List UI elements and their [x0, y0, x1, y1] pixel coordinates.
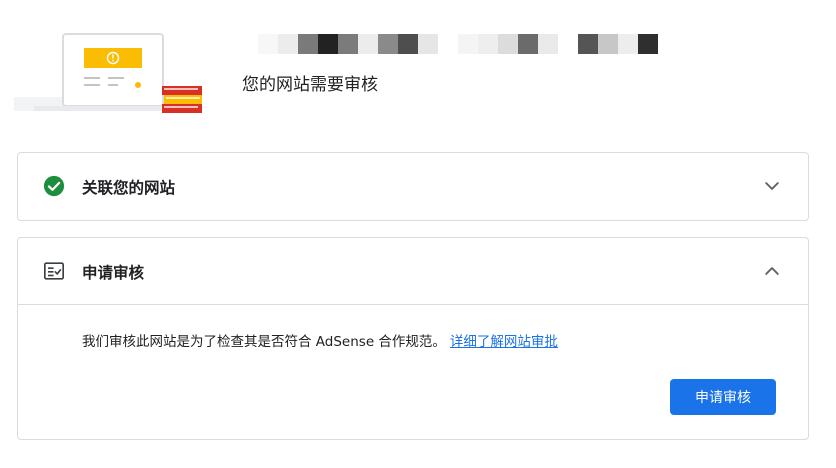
redacted-block — [638, 34, 658, 54]
connect-site-header[interactable]: 关联您的网站 — [18, 153, 808, 220]
page-title: 您的网站需要审核 — [242, 75, 378, 95]
request-review-section: 申请审核 我们审核此网站是为了检查其是否符合 AdSense 合作规范。 详细了解… — [17, 237, 809, 440]
redacted-block — [618, 34, 638, 54]
redacted-block — [238, 34, 258, 54]
redacted-block — [338, 34, 358, 54]
redacted-block — [598, 34, 618, 54]
redacted-block — [478, 34, 498, 54]
redacted-block — [278, 34, 298, 54]
laptop-warning-illustration — [14, 33, 202, 113]
request-review-button[interactable]: 申请审核 — [670, 379, 776, 415]
request-review-body: 我们审核此网站是为了检查其是否符合 AdSense 合作规范。 详细了解网站审批 … — [18, 305, 808, 439]
redacted-block — [518, 34, 538, 54]
redacted-block — [298, 34, 318, 54]
redacted-block — [358, 34, 378, 54]
review-description-text: 我们审核此网站是为了检查其是否符合 AdSense 合作规范。 — [82, 334, 446, 350]
chevron-down-icon[interactable] — [762, 176, 782, 196]
learn-more-link[interactable]: 详细了解网站审批 — [450, 334, 558, 350]
redacted-block — [438, 34, 458, 54]
chevron-up-icon[interactable] — [762, 261, 782, 281]
checklist-icon — [44, 262, 64, 280]
request-review-title: 申请审核 — [82, 264, 145, 282]
redacted-site-url — [238, 34, 658, 54]
redacted-block — [458, 34, 478, 54]
redacted-block — [538, 34, 558, 54]
request-review-header[interactable]: 申请审核 — [18, 238, 808, 305]
redacted-block — [318, 34, 338, 54]
redacted-block — [578, 34, 598, 54]
redacted-block — [378, 34, 398, 54]
redacted-block — [558, 34, 578, 54]
connect-site-title: 关联您的网站 — [82, 179, 176, 197]
review-hero: 您的网站需要审核 — [0, 0, 836, 140]
redacted-block — [418, 34, 438, 54]
redacted-block — [258, 34, 278, 54]
check-circle-icon — [43, 175, 65, 197]
redacted-block — [498, 34, 518, 54]
review-description: 我们审核此网站是为了检查其是否符合 AdSense 合作规范。 详细了解网站审批 — [82, 330, 558, 350]
connect-site-section: 关联您的网站 — [17, 152, 809, 221]
redacted-block — [398, 34, 418, 54]
